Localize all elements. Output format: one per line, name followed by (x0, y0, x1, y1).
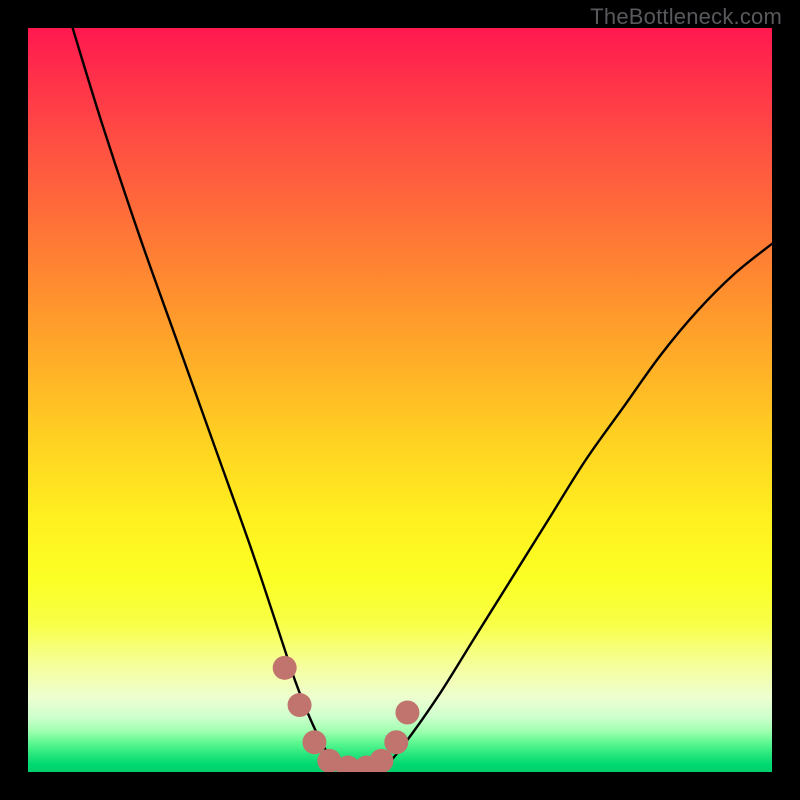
chart-container: TheBottleneck.com (0, 0, 800, 800)
watermark-text: TheBottleneck.com (590, 4, 782, 30)
plot-area (28, 28, 772, 772)
gradient-background (28, 28, 772, 772)
